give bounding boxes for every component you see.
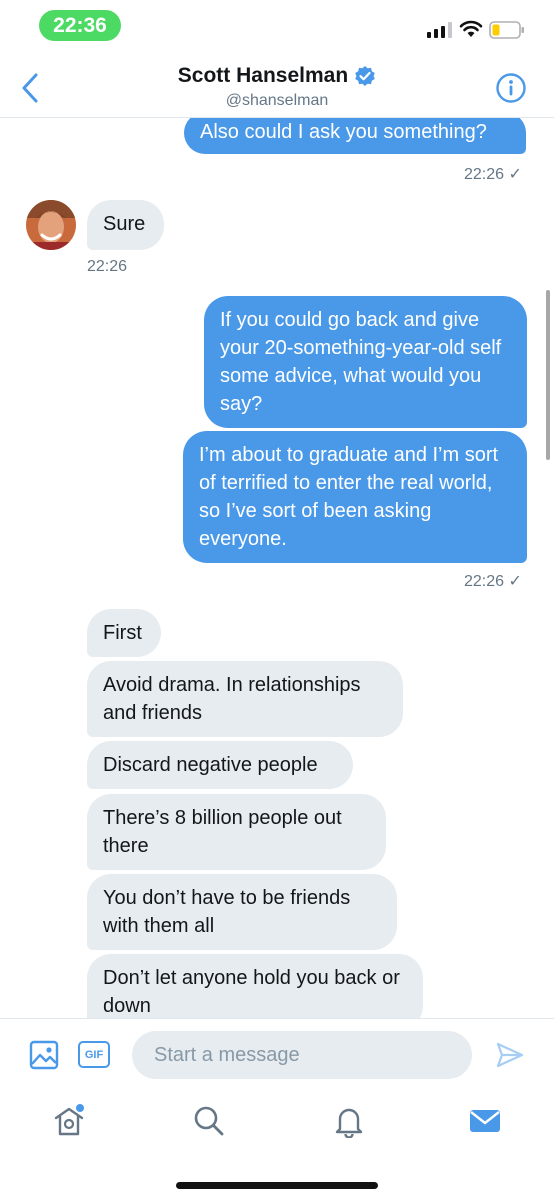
conversation-header: Scott Hanselman @shanselman xyxy=(0,52,554,118)
contact-name: Scott Hanselman xyxy=(177,64,349,87)
message-thread[interactable]: Also could I ask you something? 22:26 ✓ … xyxy=(0,118,554,1018)
cellular-signal-icon xyxy=(427,22,452,38)
image-icon[interactable] xyxy=(29,1040,59,1070)
avatar[interactable] xyxy=(26,200,76,250)
message-bubble-sent[interactable]: Also could I ask you something? xyxy=(184,118,526,154)
home-icon[interactable] xyxy=(52,1104,86,1138)
message-timestamp: 22:26 ✓ xyxy=(464,166,522,183)
battery-icon xyxy=(489,21,524,39)
send-icon[interactable] xyxy=(495,1040,525,1070)
message-composer: GIF xyxy=(0,1018,554,1090)
mail-icon[interactable] xyxy=(468,1104,502,1138)
conversation-title[interactable]: Scott Hanselman @shanselman xyxy=(0,64,554,110)
message-bubble-sent[interactable]: I’m about to graduate and I’m sort of te… xyxy=(183,431,527,563)
message-bubble-received[interactable]: Discard negative people xyxy=(87,741,353,789)
contact-handle: @shanselman xyxy=(225,92,329,109)
message-bubble-received[interactable]: Don’t let anyone hold you back or down xyxy=(87,954,423,1018)
message-timestamp: 22:26 ✓ xyxy=(464,573,522,590)
message-bubble-received[interactable]: Avoid drama. In relationships and friend… xyxy=(87,661,403,737)
message-bubble-received[interactable]: You don’t have to be friends with them a… xyxy=(87,874,397,950)
status-bar: 22:36 xyxy=(0,0,554,52)
status-time: 22:36 xyxy=(39,10,121,41)
search-icon[interactable] xyxy=(192,1104,226,1138)
message-input[interactable] xyxy=(132,1031,472,1079)
message-bubble-received[interactable]: There’s 8 billion people out there xyxy=(87,794,386,870)
wifi-icon xyxy=(459,20,483,37)
message-bubble-received[interactable]: First xyxy=(87,609,161,657)
message-timestamp: 22:26 xyxy=(87,258,128,275)
message-bubble-received[interactable]: Sure xyxy=(87,200,164,250)
message-bubble-sent[interactable]: If you could go back and give your 20-so… xyxy=(204,296,527,428)
gif-button[interactable]: GIF xyxy=(78,1041,110,1068)
verified-badge-icon xyxy=(355,66,375,86)
home-indicator[interactable] xyxy=(176,1182,378,1189)
bell-icon[interactable] xyxy=(332,1104,366,1138)
info-icon[interactable] xyxy=(495,72,527,104)
tab-bar xyxy=(0,1090,554,1160)
scrollbar[interactable] xyxy=(546,290,550,460)
